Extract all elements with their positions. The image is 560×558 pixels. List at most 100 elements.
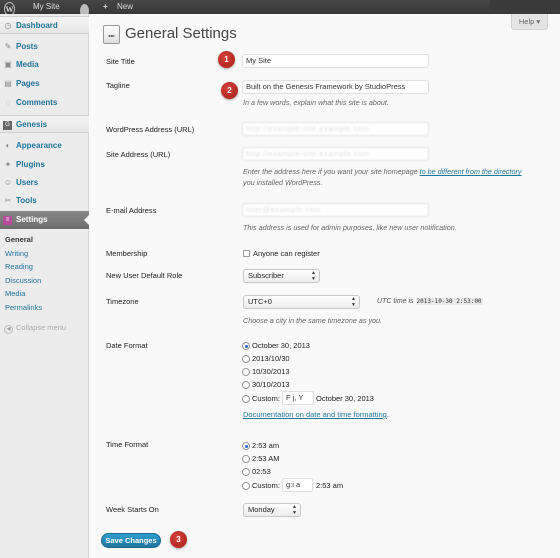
date-format-option-1: October 30, 2013 (252, 341, 310, 350)
sidebar-item-appearance[interactable]: ◐ Appearance (0, 137, 89, 155)
sidebar-item-media[interactable]: ▣ Media (0, 56, 89, 74)
doc-link-suffix: . (386, 410, 389, 419)
media-icon: ▣ (4, 60, 12, 69)
site-address-description: Enter the address here if you want your … (243, 166, 543, 188)
date-format-custom-input[interactable]: F j, Y (282, 391, 314, 405)
anyone-can-register-checkbox[interactable] (243, 250, 250, 257)
site-title-input[interactable]: My Site (242, 54, 429, 68)
timezone-description: Choose a city in the same timezone as yo… (243, 316, 383, 325)
sidebar-item-genesis[interactable]: G Genesis (0, 115, 89, 133)
sidebar-item-label: Pages (16, 79, 40, 88)
sidebar-item-label: Posts (16, 42, 38, 51)
collapse-label: Collapse menu (16, 323, 67, 332)
membership-label: Membership (106, 249, 148, 258)
timezone-label: Timezone (106, 297, 139, 306)
collapse-menu-button[interactable]: ◀ Collapse menu (4, 323, 66, 334)
sidebar-item-comments[interactable]: ◌ Comments (0, 94, 89, 112)
week-starts-label: Week Starts On (106, 505, 159, 514)
select-arrows-icon: ▲ ▼ (351, 296, 356, 308)
time-format-option-2: 2:53 AM (252, 454, 280, 463)
time-format-custom-input[interactable]: g:i a (282, 478, 313, 492)
date-format-custom-label: Custom: (252, 394, 280, 403)
sidebar-item-label: Settings (16, 215, 48, 224)
appearance-icon: ◐ (5, 141, 11, 150)
sidebar-item-settings[interactable]: ≡ Settings (0, 211, 90, 229)
save-changes-button[interactable]: Save Changes (101, 533, 161, 548)
sidebar-item-pages[interactable]: ▤ Pages (0, 75, 89, 93)
sidebar-item-label: Media (16, 60, 39, 69)
default-role-label: New User Default Role (106, 271, 183, 280)
submenu-media[interactable]: Media (5, 289, 25, 298)
submenu-reading[interactable]: Reading (5, 262, 33, 271)
time-format-radio-3[interactable] (242, 468, 250, 476)
date-format-radio-3[interactable] (242, 368, 250, 376)
sidebar-item-plugins[interactable]: ✦ Plugins (0, 156, 89, 174)
sidebar-item-dashboard[interactable]: ◷ Dashboard (0, 16, 89, 34)
timezone-value: UTC+0 (248, 297, 272, 306)
time-format-option-3: 02:53 (252, 467, 271, 476)
utc-time-value: 2013-10-30 2:53:00 (415, 298, 483, 305)
week-starts-select[interactable]: Monday ▲ ▼ (243, 503, 301, 517)
default-role-value: Subscriber (248, 271, 284, 280)
genesis-icon: G (3, 120, 12, 130)
sidebar-item-label: Appearance (16, 141, 62, 150)
submenu-permalinks[interactable]: Permalinks (5, 303, 42, 312)
different-directory-link[interactable]: to be different from the directory (420, 167, 522, 176)
step-badge-2: 2 (221, 82, 238, 99)
date-format-label: Date Format (106, 341, 148, 350)
date-format-radio-4[interactable] (242, 381, 250, 389)
pushpin-icon: ✎ (4, 42, 12, 51)
default-role-select[interactable]: Subscriber ▲ ▼ (243, 269, 320, 283)
date-format-radio-2[interactable] (242, 355, 250, 363)
time-format-custom-label: Custom: (252, 481, 280, 490)
plus-icon[interactable]: + (103, 0, 108, 14)
site-name-link[interactable]: My Site (33, 0, 60, 14)
date-format-doc: Documentation on date and time formattin… (243, 410, 389, 419)
date-format-radio-1[interactable] (242, 342, 250, 350)
date-format-radio-custom[interactable] (242, 395, 250, 403)
dashboard-icon: ◷ (4, 21, 12, 30)
sidebar-item-posts[interactable]: ✎ Posts (0, 38, 89, 56)
site-address-label: Site Address (URL) (106, 150, 171, 159)
users-icon: ☺ (3, 178, 13, 187)
sidebar-item-label: Tools (16, 196, 37, 205)
time-format-option-1: 2:53 am (252, 441, 280, 450)
tagline-input[interactable]: Built on the Genesis Framework by Studio… (242, 80, 429, 94)
settings-page-icon: ⑉ (103, 25, 120, 44)
email-description: This address is used for admin purposes,… (243, 223, 457, 232)
help-tab-button[interactable]: Help ▾ (511, 14, 548, 30)
sidebar-item-label: Dashboard (16, 21, 58, 30)
collapse-arrow-icon: ◀ (4, 325, 13, 334)
sidebar-item-label: Users (16, 178, 39, 187)
time-format-label: Time Format (106, 440, 149, 449)
email-input[interactable]: user@example.com (242, 203, 429, 217)
timezone-select[interactable]: UTC+0 ▲ ▼ (243, 295, 360, 309)
site-address-desc-text: Enter the address here if you want your … (243, 167, 420, 176)
settings-icon: ≡ (3, 215, 12, 225)
site-address-input[interactable]: http://example-site.example.com (242, 147, 429, 161)
time-format-radio-1[interactable] (242, 442, 250, 450)
new-content-link[interactable]: New (117, 0, 133, 14)
sidebar-item-users[interactable]: ☺ Users (0, 174, 89, 192)
week-starts-value: Monday (248, 505, 275, 514)
time-format-radio-custom[interactable] (242, 482, 250, 490)
submenu-general[interactable]: General (5, 235, 33, 244)
account-area[interactable] (490, 0, 560, 14)
date-format-option-2: 2013/10/30 (252, 354, 290, 363)
date-format-option-3: 10/30/2013 (252, 367, 290, 376)
sidebar-item-tools[interactable]: ✂ Tools (0, 192, 89, 210)
anyone-can-register-label: Anyone can register (253, 249, 320, 258)
admin-sidebar: ◷ Dashboard ✎ Posts ▣ Media ▤ Pages ◌ Co… (0, 14, 90, 558)
wp-address-input[interactable]: http://example-site.example.com (242, 122, 429, 136)
date-time-documentation-link[interactable]: Documentation on date and time formattin… (243, 410, 387, 419)
admin-bar: W My Site + New (0, 0, 560, 18)
submenu-writing[interactable]: Writing (5, 249, 28, 258)
date-format-option-4: 30/10/2013 (252, 380, 290, 389)
submenu-discussion[interactable]: Discussion (5, 276, 41, 285)
sidebar-item-label: Comments (16, 98, 58, 107)
sidebar-item-label: Plugins (16, 160, 45, 169)
plugins-icon: ✦ (4, 160, 12, 169)
tagline-label: Tagline (106, 81, 130, 90)
select-arrows-icon: ▲ ▼ (292, 504, 297, 516)
time-format-radio-2[interactable] (242, 455, 250, 463)
